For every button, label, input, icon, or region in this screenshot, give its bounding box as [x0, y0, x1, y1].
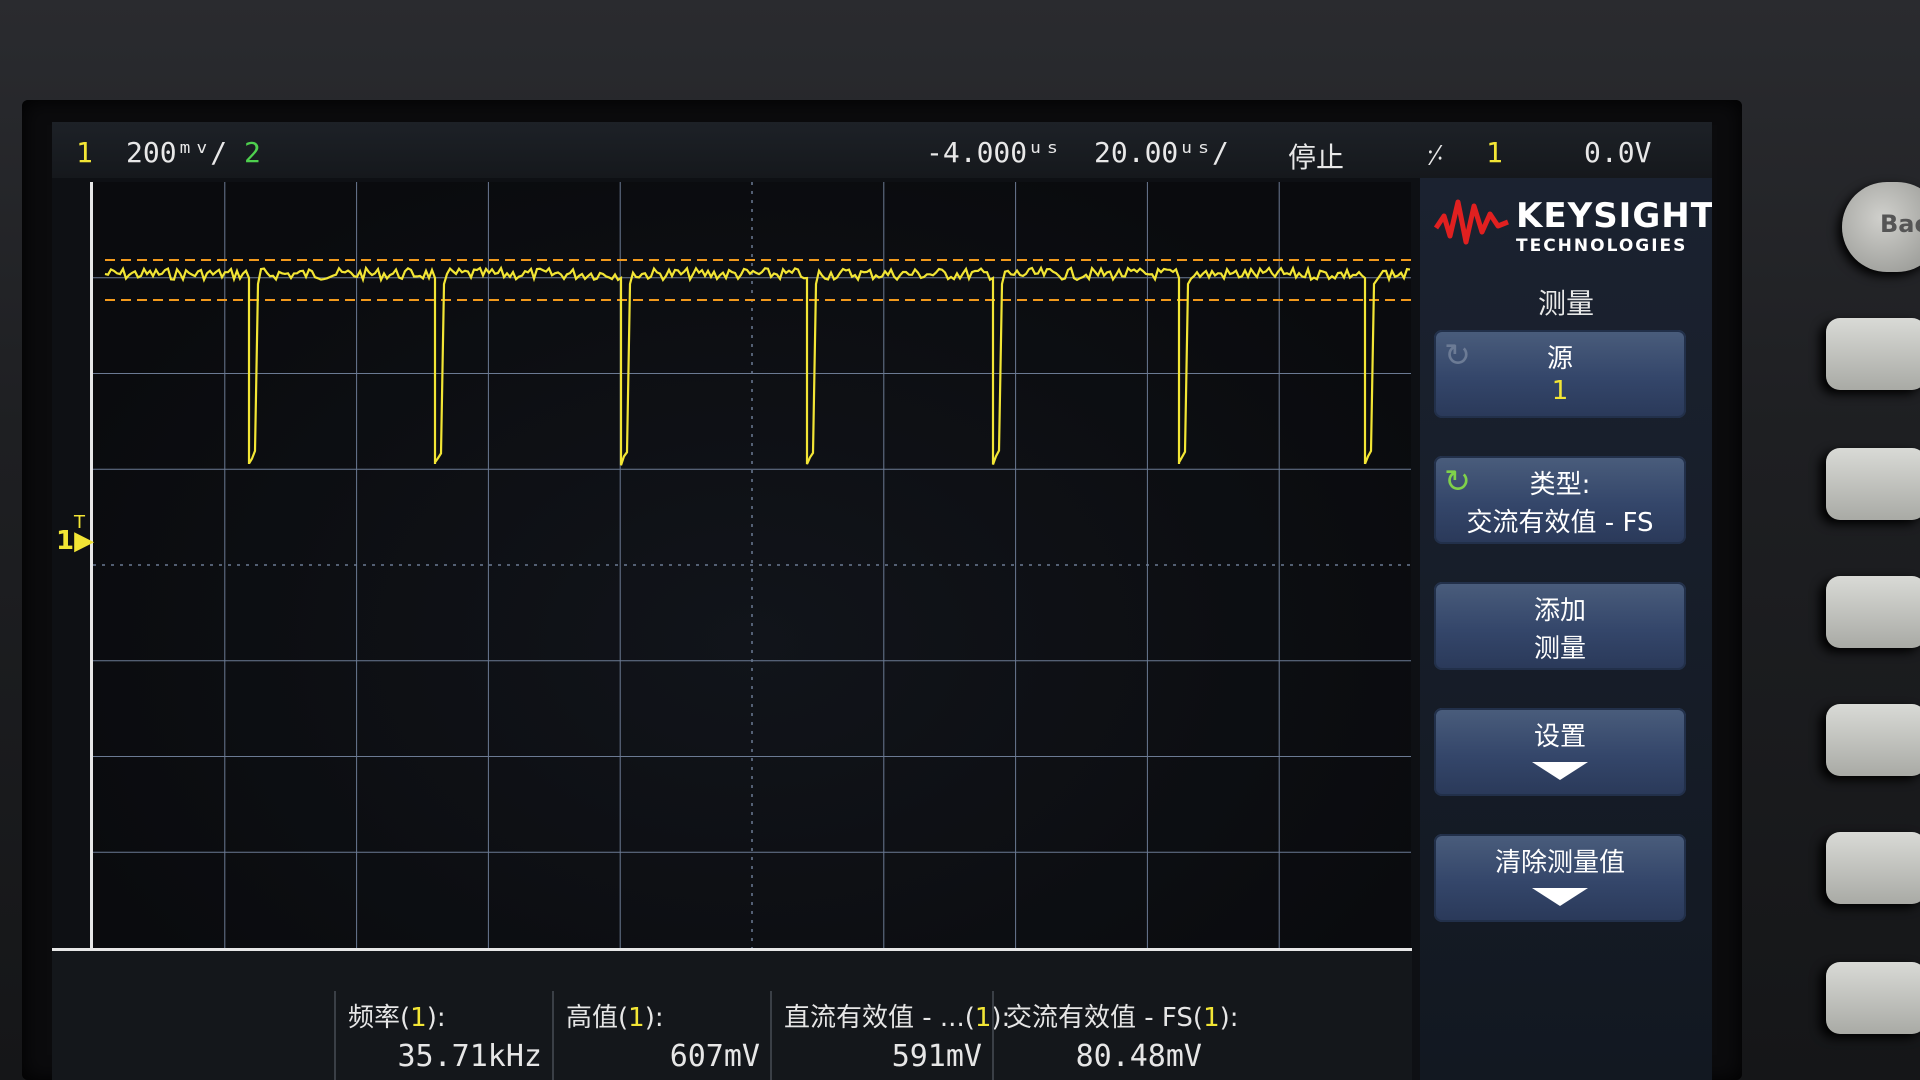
edge-trigger-icon: ⸓	[1426, 139, 1445, 172]
channel-2-indicator[interactable]: 2	[244, 136, 261, 169]
submenu-arrow-icon	[1532, 762, 1588, 780]
keysight-wave-icon	[1433, 199, 1509, 245]
settings-softkey[interactable]: 设置	[1434, 708, 1686, 796]
type-softkey[interactable]: ↻ 类型: 交流有效值 - FS	[1434, 456, 1686, 544]
softkey-hw-button-1[interactable]	[1826, 318, 1920, 390]
channel-1-indicator[interactable]: 1	[76, 136, 93, 169]
time-delay[interactable]: -4.000ᵘˢ	[926, 136, 1061, 169]
measurement-label: 频率(1):	[348, 1003, 446, 1033]
add-label-1: 添加	[1533, 596, 1586, 626]
add-measurement-softkey[interactable]: 添加 测量	[1434, 582, 1686, 670]
grid-lines	[93, 182, 1411, 948]
logo-subtitle: TECHNOLOGIES	[1516, 236, 1688, 256]
type-value: 交流有效值 - FS	[1466, 508, 1654, 538]
channel-1-scale[interactable]: 200ᵐᵛ/	[126, 136, 227, 169]
submenu-arrow-icon	[1532, 888, 1588, 906]
back-button-label: Bac	[1880, 210, 1920, 238]
measurement-bar: 频率(1): 35.71kHz 高值(1): 607mV 直流有效值 - ...…	[52, 948, 1412, 1080]
waveform-graticule	[90, 182, 1411, 951]
ground-marker-icon[interactable]: 1▶	[56, 526, 94, 556]
softkey-hw-button-2[interactable]	[1826, 448, 1920, 520]
clear-measurements-softkey[interactable]: 清除测量值	[1434, 834, 1686, 922]
waveform-svg	[93, 182, 1411, 948]
source-softkey[interactable]: ↻ 源 1	[1434, 330, 1686, 418]
measurement-value: 607mV	[669, 1039, 760, 1074]
measurement-label: 高值(1):	[566, 1003, 664, 1033]
clear-label: 清除测量值	[1494, 848, 1625, 878]
measurement-value: 80.48mV	[1075, 1039, 1202, 1074]
softkey-hw-button-4[interactable]	[1826, 704, 1920, 776]
trigger-source[interactable]: 1	[1486, 136, 1503, 169]
keysight-logo: KEYSIGHT TECHNOLOGIES	[1433, 192, 1712, 262]
softkey-hw-button-6[interactable]	[1826, 962, 1920, 1034]
add-label-2: 测量	[1533, 634, 1586, 664]
measurement-value: 35.71kHz	[397, 1039, 543, 1074]
measurement-high[interactable]: 高值(1): 607mV	[552, 991, 770, 1080]
status-bar: 1 200ᵐᵛ/ 2 -4.000ᵘˢ 20.00ᵘˢ/ 停止 ⸓ 1 0.0V	[52, 122, 1712, 178]
measurement-label: 直流有效值 - ...(1):	[784, 1003, 1011, 1033]
source-label: 源	[1546, 344, 1573, 374]
scope-screen: 1 200ᵐᵛ/ 2 -4.000ᵘˢ 20.00ᵘˢ/ 停止 ⸓ 1 0.0V…	[52, 122, 1712, 1080]
softkey-hw-button-3[interactable]	[1826, 576, 1920, 648]
measurement-frequency[interactable]: 频率(1): 35.71kHz	[334, 991, 552, 1080]
softkey-panel: KEYSIGHT TECHNOLOGIES 测量 ↻ 源 1 ↻ 类型: 交流有…	[1420, 178, 1712, 1080]
run-state: 停止	[1288, 141, 1345, 174]
softkey-hw-button-5[interactable]	[1826, 832, 1920, 904]
settings-label: 设置	[1533, 722, 1586, 752]
type-label: 类型:	[1529, 470, 1591, 500]
trigger-level[interactable]: 0.0V	[1584, 136, 1651, 169]
measurement-label: 交流有效值 - FS(1):	[1006, 1003, 1239, 1033]
ground-marker-label: 1	[56, 526, 75, 556]
menu-title: 测量	[1537, 287, 1594, 320]
channel-1-trace	[104, 265, 1411, 466]
measurement-dc-rms[interactable]: 直流有效值 - ...(1): 591mV	[770, 991, 1010, 1080]
source-value: 1	[1551, 376, 1569, 406]
measurement-ac-rms[interactable]: 交流有效值 - FS(1): 80.48mV	[992, 991, 1239, 1080]
time-scale[interactable]: 20.00ᵘˢ/	[1094, 136, 1229, 169]
measurement-value: 591mV	[891, 1039, 982, 1074]
logo-word: KEYSIGHT	[1516, 196, 1712, 236]
